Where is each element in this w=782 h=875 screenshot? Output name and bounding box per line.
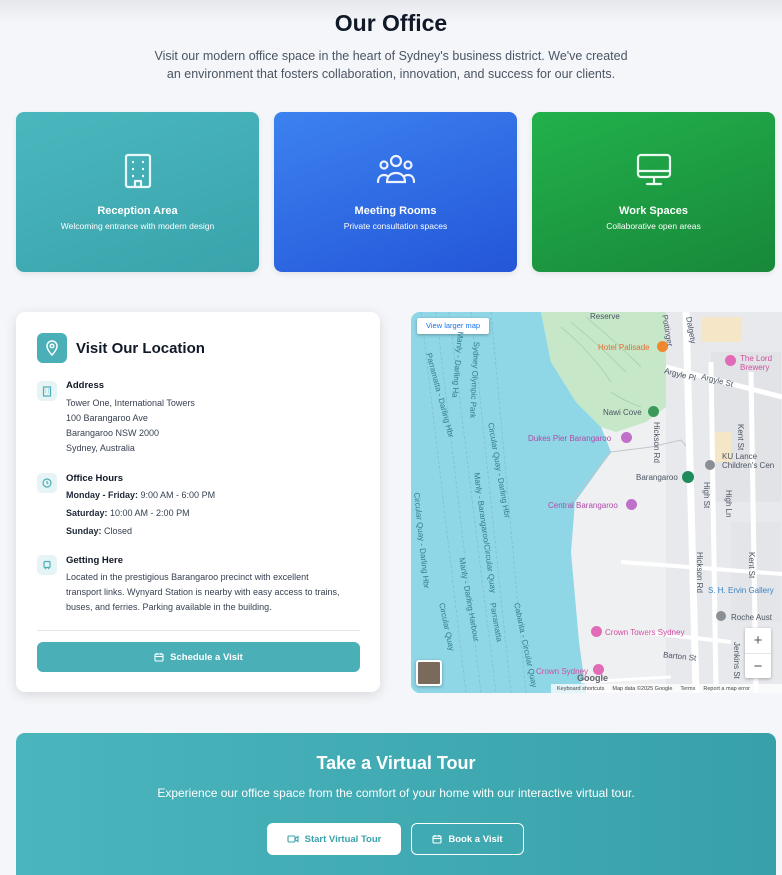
map-label: Kent St xyxy=(736,424,745,451)
location-title: Visit Our Location xyxy=(76,340,205,357)
embedded-map[interactable]: View larger map Reserve Hotel Palisade T… xyxy=(411,312,782,693)
feature-card-meeting: Meeting Rooms Private consultation space… xyxy=(274,112,517,272)
feature-title: Work Spaces xyxy=(619,205,688,217)
page-title: Our Office xyxy=(334,10,448,36)
page-intro: Visit our modern office space in the hea… xyxy=(154,49,628,81)
map-label: S. H. Ervin Gallery xyxy=(708,586,774,595)
map-label: Children's Cen xyxy=(722,461,775,470)
map-label: High St xyxy=(702,482,711,509)
calendar-icon xyxy=(154,653,164,662)
map-label: Hickson Rd xyxy=(652,422,661,463)
tour-title: Take a Virtual Tour xyxy=(316,753,476,773)
google-logo: Google xyxy=(577,673,608,683)
feature-title: Reception Area xyxy=(97,205,178,217)
schedule-visit-button[interactable]: Schedule a Visit xyxy=(37,642,360,672)
map-label: Jenkins St xyxy=(732,642,741,679)
metro-station-icon xyxy=(682,471,694,483)
park-pin-icon xyxy=(648,406,659,417)
getting-here-label: Getting Here xyxy=(66,555,124,566)
video-camera-icon xyxy=(287,835,299,843)
map-label: Hickson Rd xyxy=(695,552,704,593)
hours-label: Office Hours xyxy=(66,473,124,484)
building-icon xyxy=(37,381,57,401)
feature-card-workspaces: Work Spaces Collaborative open areas xyxy=(532,112,775,272)
book-visit-button[interactable]: Book a Visit xyxy=(411,823,524,855)
map-label: Kent St xyxy=(747,552,756,579)
zoom-control: + − xyxy=(745,628,771,678)
zoom-in-button[interactable]: + xyxy=(745,628,771,653)
feature-subtitle: Collaborative open areas xyxy=(606,221,701,231)
view-larger-map-link[interactable]: View larger map xyxy=(417,318,490,334)
hours-row: Sunday: Closed xyxy=(66,526,133,536)
map-pin-icon xyxy=(37,333,67,363)
start-virtual-tour-button[interactable]: Start Virtual Tour xyxy=(267,823,401,855)
map-attribution: Keyboard shortcuts Map data ©2025 Google… xyxy=(551,684,782,693)
feature-subtitle: Welcoming entrance with modern design xyxy=(60,221,215,231)
terms-link[interactable]: Terms xyxy=(680,686,695,692)
address-line: Barangaroo NSW 2000 xyxy=(66,428,160,438)
map-label: Roche Aust xyxy=(731,613,772,622)
map-data-text: Map data ©2025 Google xyxy=(612,685,673,692)
hours-row: Saturday: 10:00 AM - 2:00 PM xyxy=(66,508,190,518)
map-label: Crown Towers Sydney xyxy=(605,628,685,637)
feature-title: Meeting Rooms xyxy=(354,205,437,217)
place-pin-icon xyxy=(705,460,715,470)
street-view-thumbnail[interactable] xyxy=(416,660,442,686)
users-icon xyxy=(274,152,517,192)
hotel-pin-icon xyxy=(591,626,602,637)
map-label: The Lord xyxy=(740,354,773,363)
keyboard-shortcuts-link[interactable]: Keyboard shortcuts xyxy=(557,686,604,692)
map-label: Dukes Pier Barangaroo xyxy=(528,434,612,443)
hours-row: Monday - Friday: 9:00 AM - 6:00 PM xyxy=(66,490,216,500)
address-line: 100 Barangaroo Ave xyxy=(66,413,148,423)
map-label: Nawi Cove xyxy=(603,408,642,417)
report-error-link[interactable]: Report a map error xyxy=(703,686,749,692)
attraction-pin-icon xyxy=(621,432,632,443)
feature-subtitle: Private consultation spaces xyxy=(343,221,448,231)
map-label: KU Lance xyxy=(722,452,758,461)
address-line: Tower One, International Towers xyxy=(66,398,195,408)
hours-list: Monday - Friday: 9:00 AM - 6:00 PM Satur… xyxy=(66,486,215,540)
divider xyxy=(37,630,360,631)
transit-icon xyxy=(37,555,57,575)
building-icon xyxy=(16,152,259,192)
map-label: Hotel Palisade xyxy=(598,343,650,352)
map-label: Brewery xyxy=(740,363,770,372)
schedule-visit-label: Schedule a Visit xyxy=(170,651,243,663)
bar-pin-icon xyxy=(725,355,736,366)
attraction-pin-icon xyxy=(626,499,637,510)
address-label: Address xyxy=(66,380,105,391)
start-virtual-tour-label: Start Virtual Tour xyxy=(304,833,382,845)
book-visit-label: Book a Visit xyxy=(448,833,503,845)
virtual-tour-banner: Take a Virtual Tour Experience our offic… xyxy=(16,733,776,875)
address-line: Sydney, Australia xyxy=(66,443,135,453)
zoom-out-button[interactable]: − xyxy=(745,654,771,679)
map-label: High Ln xyxy=(724,490,733,518)
place-pin-icon xyxy=(716,611,726,621)
map-label: Reserve xyxy=(590,312,620,321)
clock-icon xyxy=(37,473,57,493)
monitor-icon xyxy=(532,152,775,192)
location-card: Visit Our Location Address Tower One, In… xyxy=(16,312,380,692)
map-label: Central Barangaroo xyxy=(548,501,618,510)
address-text: Tower One, International Towers 100 Bara… xyxy=(66,396,195,456)
getting-here-text: Located in the prestigious Barangaroo pr… xyxy=(66,572,340,612)
feature-card-reception: Reception Area Welcoming entrance with m… xyxy=(16,112,259,272)
tour-subtitle: Experience our office space from the com… xyxy=(157,786,635,800)
calendar-icon xyxy=(432,835,442,844)
map-label: Barangaroo xyxy=(636,473,678,482)
